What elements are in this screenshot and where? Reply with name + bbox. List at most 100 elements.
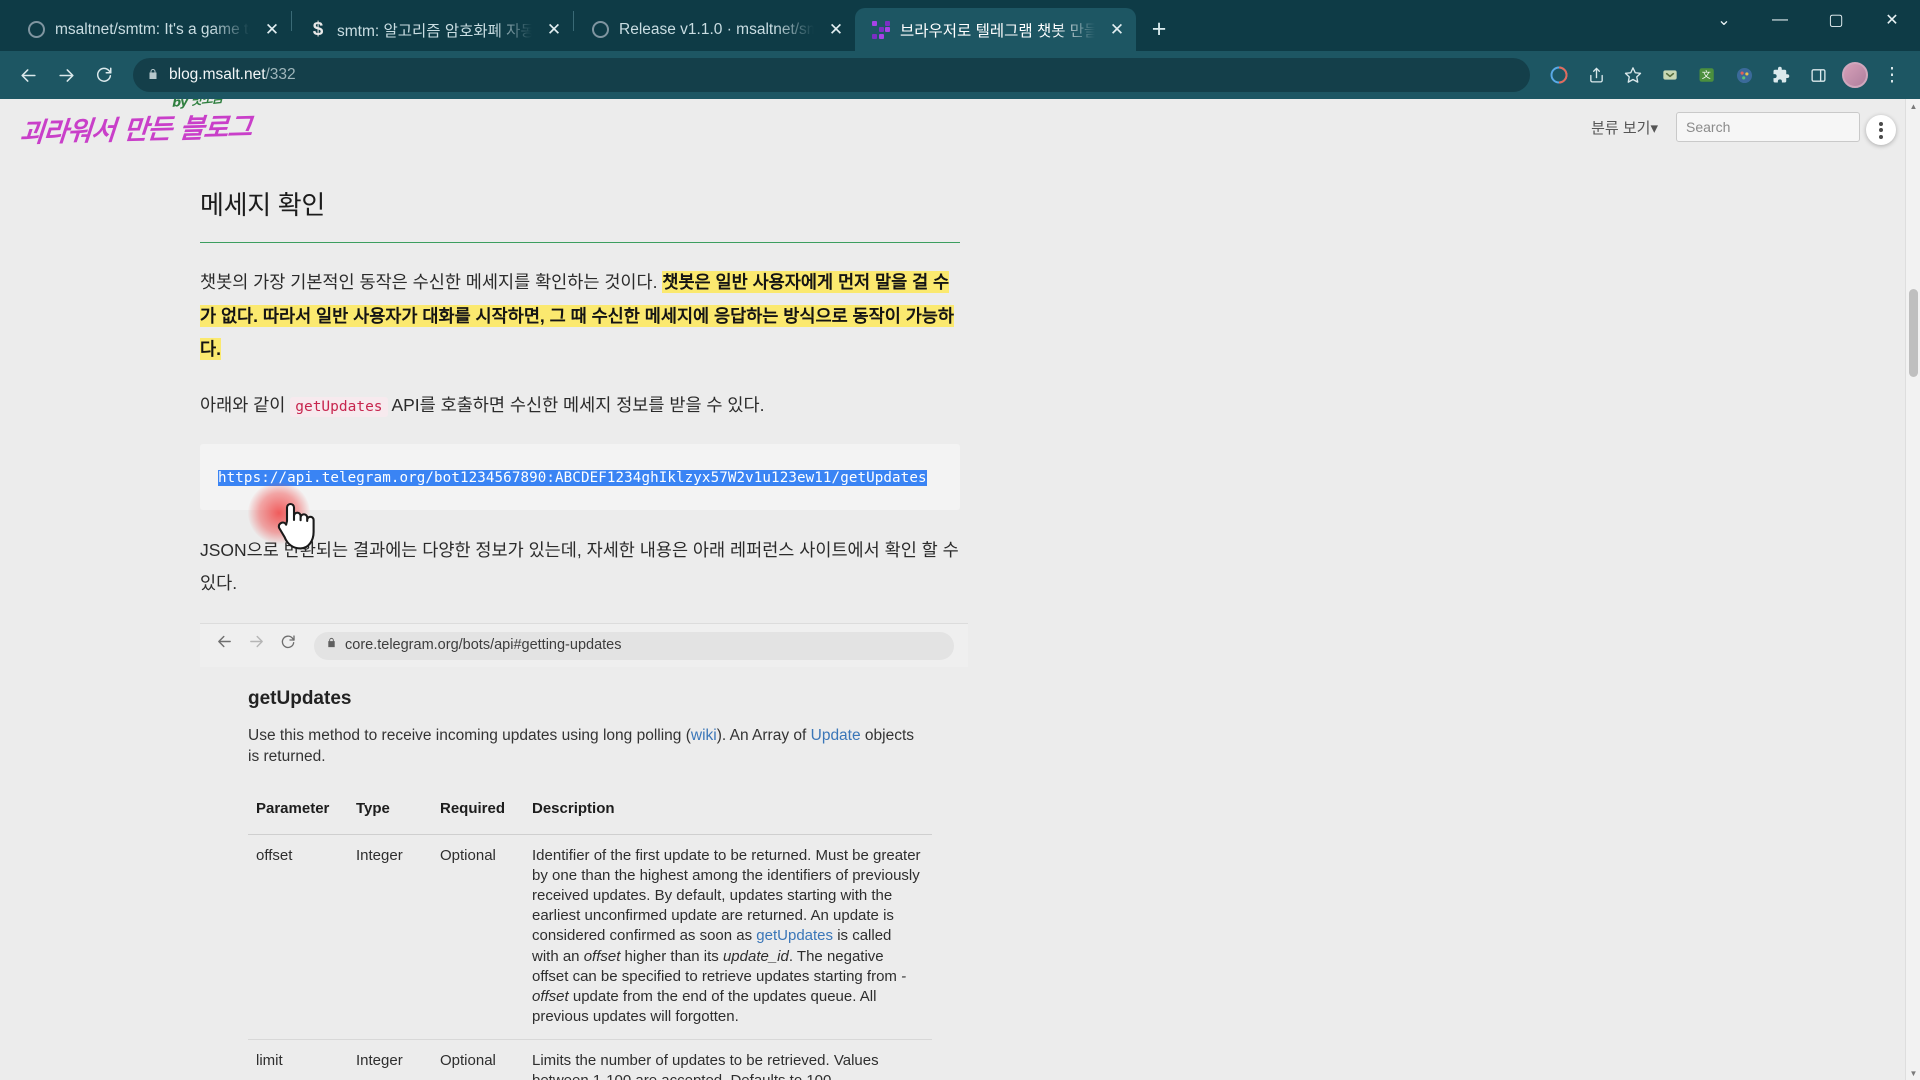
- col-required: Required: [432, 789, 524, 834]
- address-bar[interactable]: blog.msalt.net/332: [133, 58, 1530, 92]
- description-text: Limits the number of updates to be retri…: [532, 1052, 879, 1080]
- browser-menu-button[interactable]: ⋮: [1874, 57, 1910, 93]
- close-window-button[interactable]: ✕: [1864, 0, 1920, 40]
- logo-text: 괴라워서 만든 블로그: [18, 111, 252, 148]
- embed-address-bar[interactable]: core.telegram.org/bots/api#getting-updat…: [314, 632, 954, 660]
- google-icon[interactable]: [1541, 57, 1577, 93]
- embedded-link-preview: core.telegram.org/bots/api#getting-updat…: [200, 623, 968, 1080]
- desc-part-2: ). An Array of: [717, 727, 811, 744]
- site-nav: 분류 보기▾ Search: [1591, 112, 1896, 142]
- page-title: 메세지 확인: [200, 181, 960, 243]
- svg-text:文: 文: [1702, 69, 1711, 80]
- browser-tab-2[interactable]: $ smtm: 알고리즘 암호화폐 자동매 ✕: [292, 8, 573, 51]
- tab-close-button[interactable]: ✕: [259, 17, 285, 43]
- getupdates-link[interactable]: getUpdates: [756, 927, 833, 944]
- tab-strip: msaltnet/smtm: It's a game to g ✕ $ smtm…: [0, 0, 1920, 51]
- lock-icon: [147, 67, 159, 84]
- cell-description: Identifier of the first update to be ret…: [524, 835, 932, 1040]
- maximize-button[interactable]: ▢: [1808, 0, 1864, 40]
- text-before-code: 아래와 같이: [200, 395, 290, 415]
- new-tab-button[interactable]: +: [1142, 12, 1176, 46]
- cell-parameter: offset: [248, 835, 348, 1040]
- forward-button[interactable]: [48, 57, 84, 93]
- browser-tab-4-active[interactable]: 브라우저로 텔레그램 챗봇 만들기 ✕: [855, 8, 1136, 51]
- address-bar-url: blog.msalt.net/332: [169, 66, 296, 84]
- description-text: update from the end of the updates queue…: [532, 988, 876, 1025]
- back-button[interactable]: [10, 57, 46, 93]
- selected-url-text: https://api.telegram.org/bot1234567890:A…: [218, 470, 927, 486]
- vertical-scrollbar[interactable]: ▲ ▼: [1905, 99, 1920, 1080]
- table-header-row: Parameter Type Required Description: [248, 789, 932, 834]
- col-description: Description: [524, 789, 932, 834]
- site-logo[interactable]: 괴라워서 만든 블로그 by 맛소금: [18, 104, 253, 149]
- circle-outline-icon: [590, 20, 610, 40]
- tab-title: msaltnet/smtm: It's a game to g: [55, 21, 250, 39]
- lock-icon: [326, 634, 337, 657]
- cell-type: Integer: [348, 1039, 432, 1080]
- embed-description: Use this method to receive incoming upda…: [248, 725, 928, 768]
- tab-title: smtm: 알고리즘 암호화폐 자동매: [337, 19, 532, 41]
- col-type: Type: [348, 789, 432, 834]
- translate-icon[interactable]: 文: [1689, 57, 1725, 93]
- table-body: offsetIntegerOptionalIdentifier of the f…: [248, 835, 932, 1080]
- paragraph-intro: 챗봇의 가장 기본적인 동작은 수신한 메세지를 확인하는 것이다. 챗봇은 일…: [200, 266, 960, 367]
- browser-window: msaltnet/smtm: It's a game to g ✕ $ smtm…: [0, 0, 1920, 1080]
- embed-heading: getUpdates: [248, 681, 944, 717]
- scroll-down-arrow[interactable]: ▼: [1906, 1066, 1920, 1080]
- bookmark-star-icon[interactable]: [1615, 57, 1651, 93]
- circle-outline-icon: [26, 20, 46, 40]
- embed-back-icon[interactable]: [214, 627, 234, 663]
- page-viewport: 괴라워서 만든 블로그 by 맛소금 분류 보기▾ Search 메세지 확인 …: [0, 99, 1920, 1080]
- paragraph-api: 아래와 같이 getUpdates API를 호출하면 수신한 메세지 정보를 …: [200, 389, 960, 423]
- text-after-code: API를 호출하면 수신한 메세지 정보를 받을 수 있다.: [388, 395, 765, 415]
- tab-close-button[interactable]: ✕: [823, 17, 849, 43]
- puzzle-extensions-icon[interactable]: [1763, 57, 1799, 93]
- embed-forward-icon[interactable]: [246, 627, 266, 663]
- tab-title: 브라우저로 텔레그램 챗봇 만들기: [900, 19, 1095, 41]
- browser-tab-1[interactable]: msaltnet/smtm: It's a game to g ✕: [10, 8, 291, 51]
- share-icon[interactable]: [1578, 57, 1614, 93]
- sidebar-icon[interactable]: [1800, 57, 1836, 93]
- emphasis-text: update_id: [723, 948, 789, 965]
- search-input[interactable]: Search: [1676, 112, 1860, 142]
- nav-category-dropdown[interactable]: 분류 보기▾: [1591, 117, 1658, 138]
- browser-tab-3[interactable]: Release v1.1.0 · msaltnet/smtm ✕: [574, 8, 855, 51]
- paragraph-json: JSON으로 반환되는 결과에는 다양한 정보가 있는데, 자세한 내용은 아래…: [200, 534, 960, 601]
- tab-list-button[interactable]: ⌄: [1696, 0, 1752, 40]
- description-text: higher than its: [620, 948, 723, 965]
- browser-toolbar: blog.msalt.net/332 文: [0, 51, 1920, 99]
- embed-reload-icon[interactable]: [278, 627, 298, 663]
- parameters-table: Parameter Type Required Description offs…: [248, 789, 932, 1080]
- logo-byline: by 맛소금: [172, 99, 222, 110]
- page-content: 메세지 확인 챗봇의 가장 기본적인 동작은 수신한 메세지를 확인하는 것이다…: [0, 155, 1920, 1080]
- url-domain: blog.msalt.net: [169, 66, 266, 83]
- desc-part-1: Use this method to receive incoming upda…: [248, 727, 691, 744]
- scroll-up-arrow[interactable]: ▲: [1906, 99, 1920, 113]
- scrollbar-thumb[interactable]: [1909, 289, 1918, 377]
- cell-type: Integer: [348, 835, 432, 1040]
- reload-button[interactable]: [86, 57, 122, 93]
- inline-code-getupdates: getUpdates: [290, 397, 387, 417]
- embed-url-text: core.telegram.org/bots/api#getting-updat…: [345, 632, 621, 660]
- extension-icons: 文 ⋮: [1541, 57, 1910, 93]
- embed-content: getUpdates Use this method to receive in…: [200, 667, 968, 1080]
- article-body: 메세지 확인 챗봇의 가장 기본적인 동작은 수신한 메세지를 확인하는 것이다…: [200, 155, 960, 1080]
- floating-action-menu[interactable]: [1866, 115, 1896, 145]
- code-block[interactable]: https://api.telegram.org/bot1234567890:A…: [200, 444, 960, 510]
- cell-required: Optional: [432, 835, 524, 1040]
- update-link[interactable]: Update: [811, 727, 861, 744]
- chevron-down-icon: ▾: [1650, 120, 1658, 137]
- emphasis-text: offset: [584, 948, 621, 965]
- tab-close-button[interactable]: ✕: [1104, 17, 1130, 43]
- search-placeholder: Search: [1686, 119, 1730, 135]
- pocket-icon[interactable]: [1652, 57, 1688, 93]
- wiki-link[interactable]: wiki: [691, 727, 717, 744]
- user-avatar[interactable]: [1837, 57, 1873, 93]
- col-parameter: Parameter: [248, 789, 348, 834]
- cell-required: Optional: [432, 1039, 524, 1080]
- minimize-button[interactable]: —: [1752, 0, 1808, 40]
- palette-icon[interactable]: [1726, 57, 1762, 93]
- tab-title: Release v1.1.0 · msaltnet/smtm: [619, 21, 814, 39]
- tab-close-button[interactable]: ✕: [541, 17, 567, 43]
- table-row: limitIntegerOptionalLimits the number of…: [248, 1039, 932, 1080]
